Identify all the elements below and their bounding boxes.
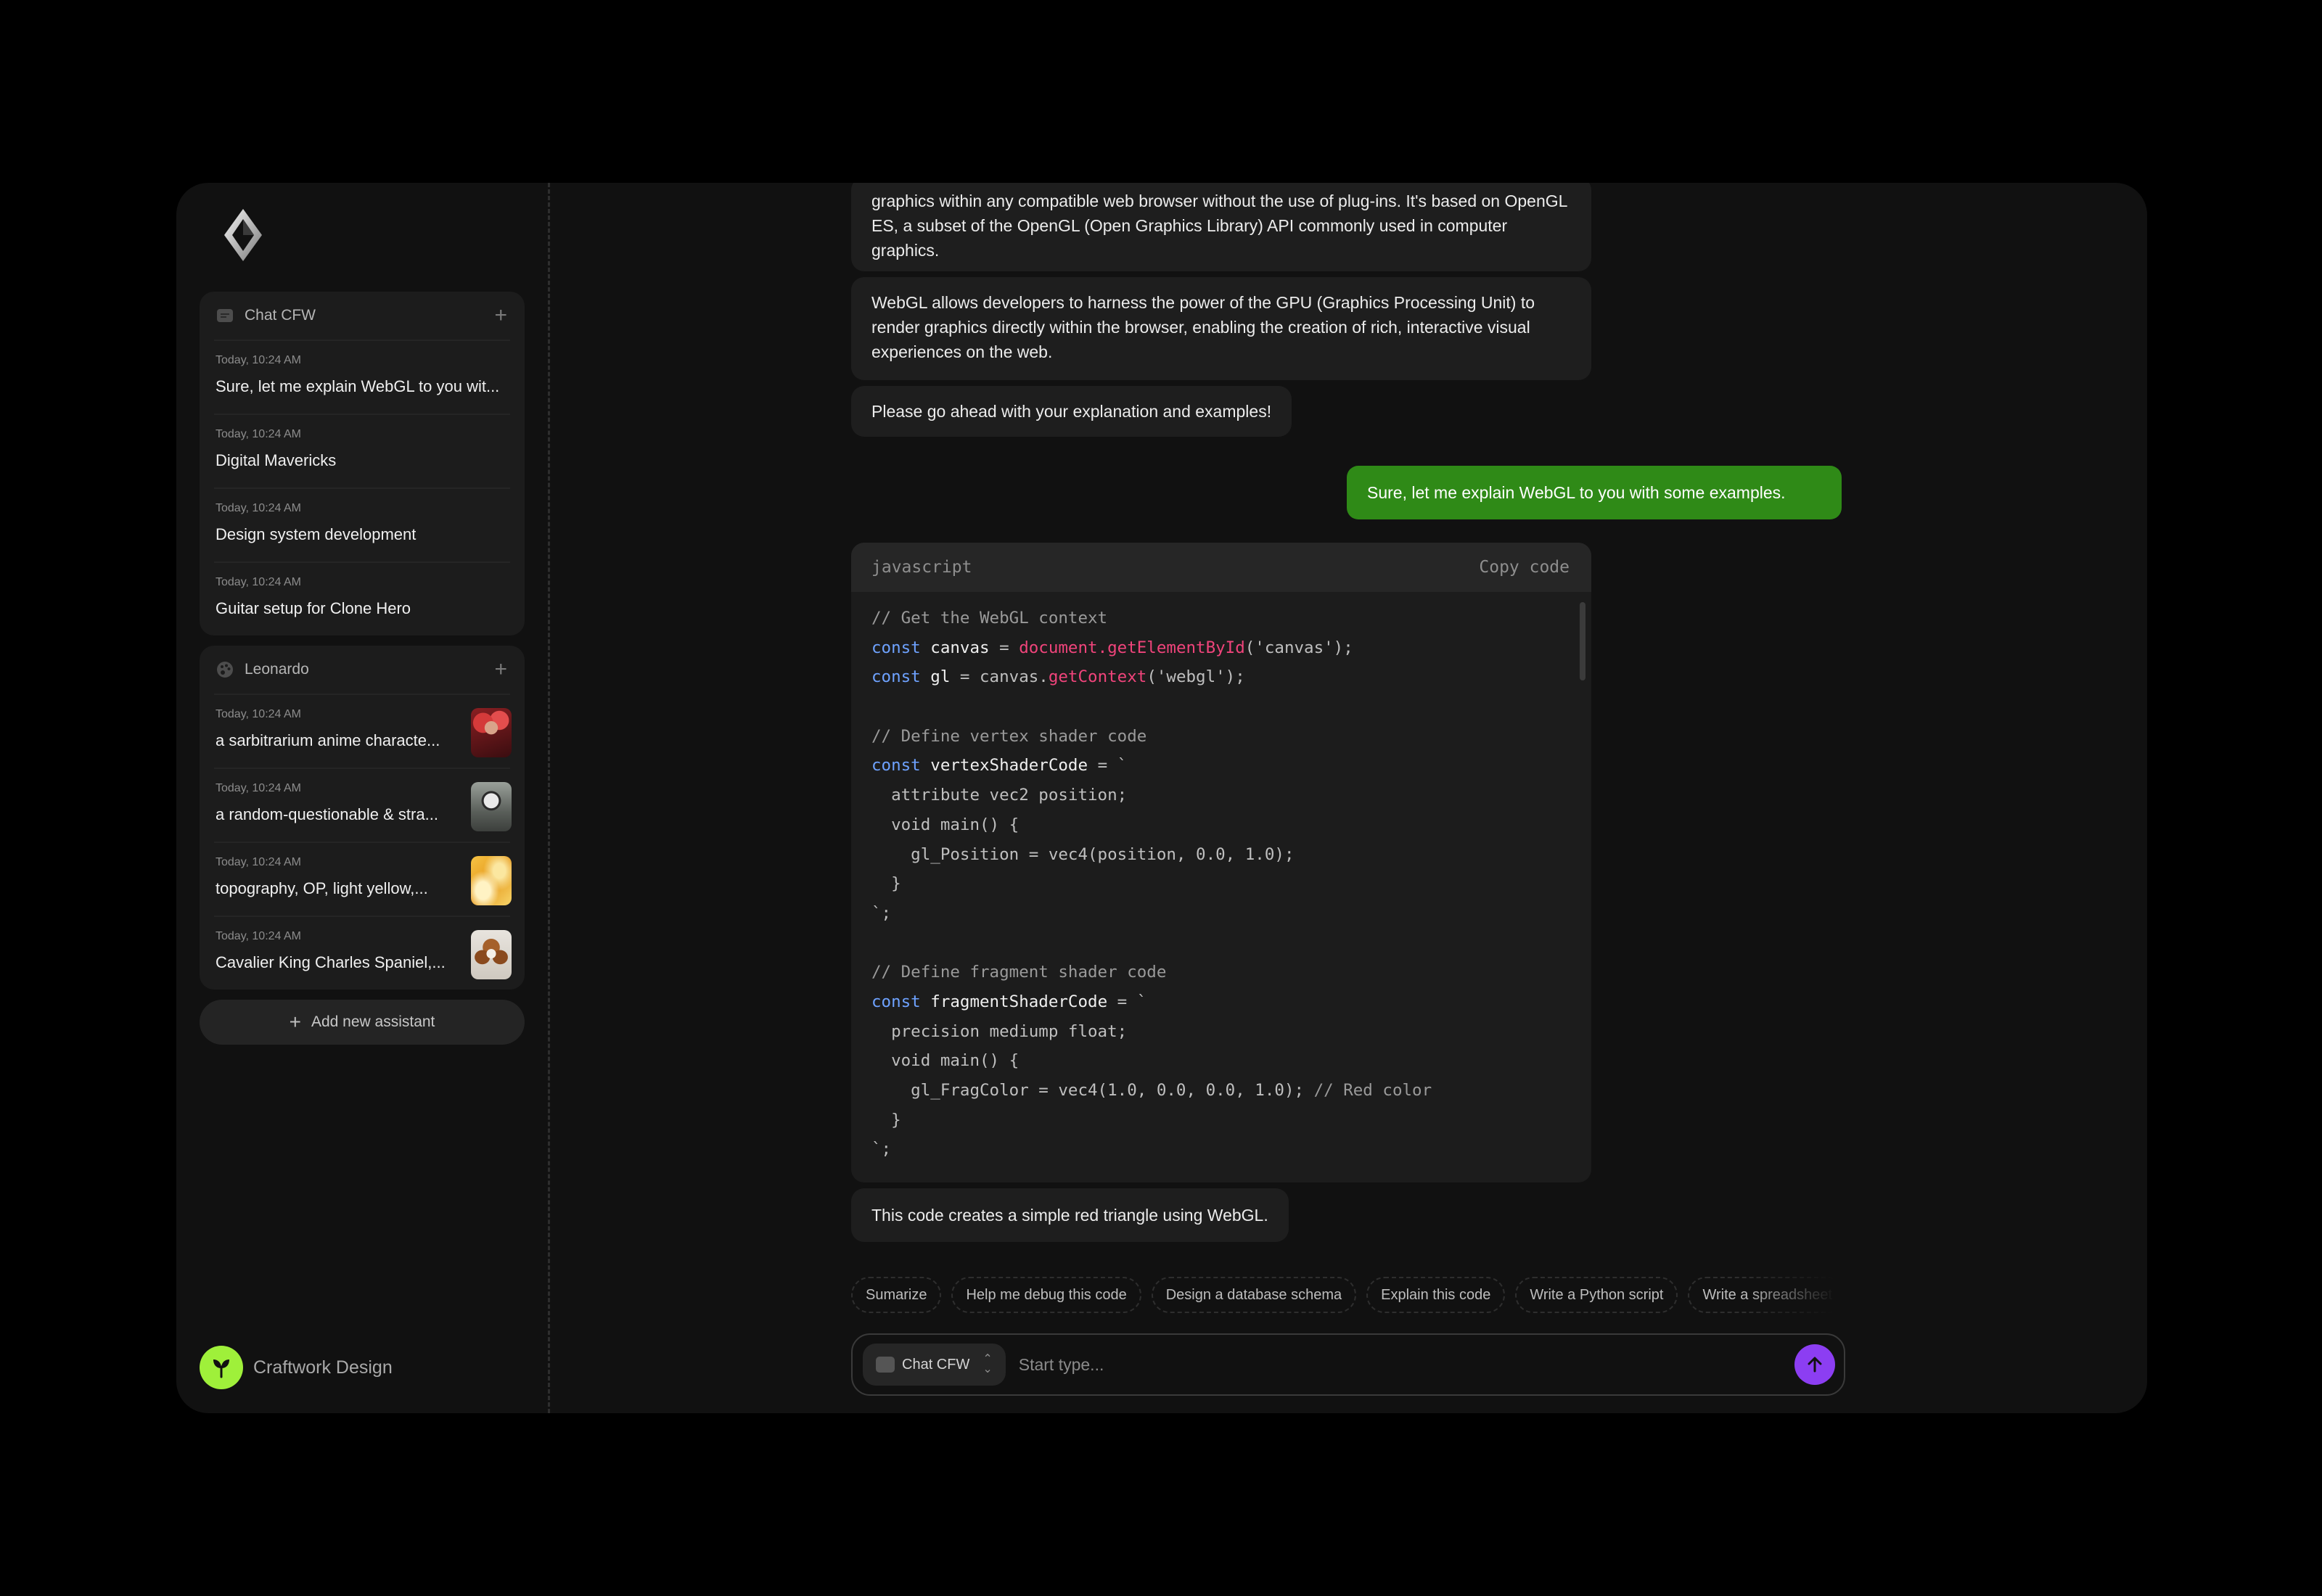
chat-list-item[interactable]: Today, 10:24 AM Guitar setup for Clone H… [214, 562, 510, 635]
composer: Chat CFW ⌃ ⌄ [851, 1333, 1845, 1396]
spaniel-thumbnail [471, 930, 512, 979]
assistant-message: Please go ahead with your explanation an… [851, 386, 1292, 437]
sidebar: Chat CFW + Today, 10:24 AM Sure, let me … [200, 183, 525, 1413]
anime-thumbnail [471, 708, 512, 757]
item-time: Today, 10:24 AM [216, 930, 301, 942]
code-line: const fragmentShaderCode = ` [871, 992, 1147, 1011]
code-block: javascript Copy code // Get the WebGL co… [851, 543, 1591, 1182]
code-line: gl_Position = vec4(position, 0.0, 1.0); [871, 844, 1295, 864]
code-line: } [871, 1110, 901, 1130]
sidebar-divider [548, 183, 550, 1413]
add-assistant-button[interactable]: + Add new assistant [200, 1000, 525, 1045]
diamond-logo-icon[interactable] [223, 207, 263, 263]
code-line: // Get the WebGL context [871, 609, 1108, 628]
send-button[interactable] [1794, 1344, 1835, 1385]
code-line: `; [871, 903, 892, 923]
add-leonardo-button[interactable]: + [494, 659, 507, 680]
brand[interactable]: Craftwork Design [200, 1345, 393, 1390]
assistant-message: graphics within any compatible web brows… [851, 183, 1591, 271]
code-line: attribute vec2 position; [871, 786, 1128, 805]
leonardo-panel: Leonardo + Today, 10:24 AM a sarbitrariu… [200, 646, 525, 990]
panel-title: Chat CFW [245, 307, 316, 324]
model-selector[interactable]: Chat CFW ⌃ ⌄ [863, 1344, 1006, 1386]
item-time: Today, 10:24 AM [216, 782, 301, 794]
item-title: topography, OP, light yellow,... [216, 879, 428, 897]
leaf-logo-icon [200, 1346, 243, 1389]
code-line: const gl = canvas.getContext('webgl'); [871, 667, 1245, 687]
item-time: Today, 10:24 AM [216, 856, 301, 868]
suggestion-chip[interactable]: Sumarize [851, 1277, 942, 1313]
item-title: Guitar setup for Clone Hero [216, 599, 411, 617]
assistant-message: This code creates a simple red triangle … [851, 1188, 1289, 1242]
item-time: Today, 10:24 AM [216, 576, 301, 588]
suggestion-chips: Sumarize Help me debug this code Design … [851, 1277, 1845, 1316]
code-line: gl_FragColor = vec4(1.0, 0.0, 0.0, 1.0);… [871, 1081, 1432, 1100]
panel-header: Chat CFW + [200, 292, 525, 340]
item-title: a sarbitrarium anime characte... [216, 731, 440, 749]
image-list-item[interactable]: Today, 10:24 AM a random-questionable & … [214, 768, 512, 842]
image-list-item[interactable]: Today, 10:24 AM Cavalier King Charles Sp… [214, 916, 512, 990]
code-body: // Get the WebGL context const canvas = d… [871, 604, 1432, 1164]
chips-fade [1744, 1274, 1845, 1317]
chat-list-item[interactable]: Today, 10:24 AM Digital Mavericks [214, 414, 510, 488]
panel-header: Leonardo + [200, 646, 525, 694]
item-title: a random-questionable & stra... [216, 805, 438, 823]
item-title: Design system development [216, 525, 417, 543]
item-time: Today, 10:24 AM [216, 502, 301, 514]
panel-title: Leonardo [245, 661, 309, 678]
code-scrollbar[interactable] [1580, 602, 1585, 680]
item-title: Digital Mavericks [216, 451, 337, 469]
image-list-item[interactable]: Today, 10:24 AM a sarbitrarium anime cha… [214, 694, 512, 768]
item-title: Cavalier King Charles Spaniel,... [216, 953, 446, 971]
chat-icon [876, 1357, 895, 1373]
model-name: Chat CFW [902, 1356, 970, 1373]
assistant-message: WebGL allows developers to harness the p… [851, 277, 1591, 380]
code-language: javascript [871, 558, 972, 577]
code-line: } [871, 874, 901, 894]
add-assistant-label: Add new assistant [311, 1013, 435, 1030]
copy-code-button[interactable]: Copy code [1479, 558, 1570, 577]
code-header: javascript Copy code [851, 543, 1591, 592]
code-line: const vertexShaderCode = ` [871, 756, 1128, 776]
message-input[interactable] [1018, 1354, 1794, 1375]
chat-list-item[interactable]: Today, 10:24 AM Design system developmen… [214, 488, 510, 562]
code-line: // Define fragment shader code [871, 963, 1167, 982]
arrow-up-icon [1808, 1357, 1822, 1373]
item-time: Today, 10:24 AM [216, 708, 301, 720]
brand-name: Craftwork Design [253, 1357, 393, 1378]
plus-icon: + [289, 1011, 301, 1033]
item-time: Today, 10:24 AM [216, 428, 301, 440]
user-message: Sure, let me explain WebGL to you with s… [1347, 466, 1842, 519]
image-list-item[interactable]: Today, 10:24 AM topography, OP, light ye… [214, 842, 512, 916]
code-line: // Define vertex shader code [871, 726, 1147, 746]
chat-list-item[interactable]: Today, 10:24 AM Sure, let me explain Web… [214, 340, 510, 414]
code-line: void main() { [871, 815, 1020, 834]
app-window: Chat CFW + Today, 10:24 AM Sure, let me … [176, 183, 2147, 1413]
palette-icon [216, 660, 234, 679]
topography-thumbnail [471, 856, 512, 905]
item-title: Sure, let me explain WebGL to you wit... [216, 377, 500, 395]
code-line: `; [871, 1140, 892, 1159]
suggestion-chip[interactable]: Write a Python script [1515, 1277, 1678, 1313]
astronaut-thumbnail [471, 782, 512, 831]
suggestion-chip[interactable]: Explain this code [1366, 1277, 1506, 1313]
add-chat-button[interactable]: + [494, 305, 507, 326]
chat-icon [216, 306, 234, 325]
code-line: void main() { [871, 1051, 1020, 1071]
suggestion-chip[interactable]: Help me debug this code [951, 1277, 1141, 1313]
chevron-updown-icon: ⌃ ⌄ [982, 1353, 993, 1375]
item-time: Today, 10:24 AM [216, 354, 301, 366]
chat-area: graphics within any compatible web brows… [851, 183, 1845, 1413]
suggestion-chip[interactable]: Design a database schema [1151, 1277, 1357, 1313]
code-line: precision mediump float; [871, 1021, 1128, 1041]
chat-cfw-panel: Chat CFW + Today, 10:24 AM Sure, let me … [200, 292, 525, 635]
code-line: const canvas = document.getElementById('… [871, 638, 1353, 657]
